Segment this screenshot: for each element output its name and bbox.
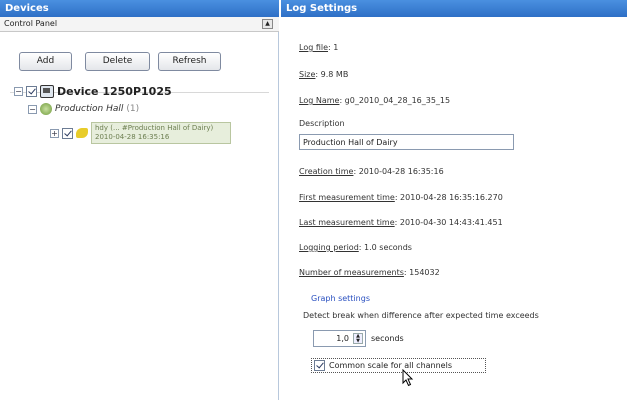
view-selector-value: Control Panel — [4, 19, 58, 28]
graph-settings-link[interactable]: Graph settings — [311, 294, 370, 303]
common-scale-checkbox[interactable] — [314, 360, 325, 371]
first-measurement-value: : 2010-04-28 16:35:16.270 — [394, 193, 503, 202]
tree-node-device[interactable]: − Device 1250P1025 — [14, 85, 172, 98]
logging-period-label: Logging period — [299, 243, 359, 252]
logging-period-value: : 1.0 seconds — [358, 243, 412, 252]
collapse-icon[interactable]: − — [28, 104, 37, 114]
device-label: Device 1250P1025 — [57, 85, 172, 98]
device-icon — [40, 85, 54, 98]
hall-icon — [40, 103, 52, 115]
collapse-icon[interactable]: − — [14, 87, 23, 96]
log-file-label: Log file — [299, 43, 329, 52]
last-measurement-label: Last measurement time — [299, 218, 395, 227]
detect-break-text: Detect break when difference after expec… — [303, 311, 539, 320]
log-icon — [76, 128, 88, 138]
device-checkbox[interactable] — [26, 86, 37, 97]
creation-time-label: Creation time — [299, 167, 354, 176]
log-settings-panel: Log file: 1 Size: 9.8 MB Log Name: g0_20… — [281, 17, 627, 400]
threshold-value: 1,0 — [336, 334, 349, 343]
last-measurement-row: Last measurement time: 2010-04-30 14:43:… — [299, 218, 503, 227]
view-selector[interactable]: Control Panel ▲ — [0, 17, 279, 32]
common-scale-option[interactable]: Common scale for all channels — [311, 358, 486, 373]
log-file-value: : 1 — [328, 43, 339, 52]
hall-label: Production Hall — [55, 104, 124, 114]
description-field[interactable]: Production Hall of Dairy — [299, 134, 514, 150]
log-name-value: : g0_2010_04_28_16_35_15 — [339, 96, 451, 105]
last-measurement-value: : 2010-04-30 14:43:41.451 — [394, 218, 503, 227]
creation-time-row: Creation time: 2010-04-28 16:35:16 — [299, 167, 444, 176]
mouse-cursor-icon — [402, 369, 414, 387]
delete-button[interactable]: Delete — [85, 52, 150, 71]
num-measurements-label: Number of measurements — [299, 268, 404, 277]
hall-count: (1) — [126, 104, 140, 114]
size-row: Size: 9.8 MB — [299, 70, 348, 79]
common-scale-label: Common scale for all channels — [329, 361, 452, 370]
size-value: : 9.8 MB — [315, 70, 349, 79]
threshold-unit: seconds — [371, 334, 404, 343]
log-name-row: Log Name: g0_2010_04_28_16_35_15 — [299, 96, 450, 105]
log-checkbox[interactable] — [62, 127, 73, 139]
log-date: 2010-04-28 16:35:16 — [95, 133, 170, 141]
first-measurement-label: First measurement time — [299, 193, 395, 202]
devices-panel: Control Panel ▲ Add Delete Refresh − Dev… — [0, 17, 279, 400]
log-settings-title: Log Settings — [281, 0, 627, 17]
first-measurement-row: First measurement time: 2010-04-28 16:35… — [299, 193, 503, 202]
threshold-spinner[interactable]: 1,0 ▲ ▼ — [313, 330, 366, 347]
expand-icon[interactable]: + — [50, 128, 59, 138]
add-button[interactable]: Add — [19, 52, 72, 71]
log-item[interactable]: hdy (... #Production Hall of Dairy) 2010… — [91, 122, 231, 144]
num-measurements-row: Number of measurements: 154032 — [299, 268, 440, 277]
devices-panel-title: Devices — [0, 0, 279, 17]
spinner-arrows-icon[interactable]: ▲ ▼ — [353, 333, 363, 344]
tree-node-log[interactable]: + hdy (... #Production Hall of Dairy) 20… — [50, 122, 231, 144]
dropdown-arrow-icon[interactable]: ▲ — [262, 19, 273, 29]
description-label: Description — [299, 119, 345, 128]
refresh-button[interactable]: Refresh — [158, 52, 221, 71]
tree-node-hall[interactable]: − Production Hall (1) — [28, 103, 139, 115]
creation-time-value: : 2010-04-28 16:35:16 — [353, 167, 444, 176]
log-name: hdy (... #Production Hall of Dairy) — [95, 124, 214, 132]
num-measurements-value: : 154032 — [403, 268, 440, 277]
logging-period-row: Logging period: 1.0 seconds — [299, 243, 412, 252]
log-file-row: Log file: 1 — [299, 43, 338, 52]
log-name-label: Log Name — [299, 96, 340, 105]
size-label: Size — [299, 70, 316, 79]
